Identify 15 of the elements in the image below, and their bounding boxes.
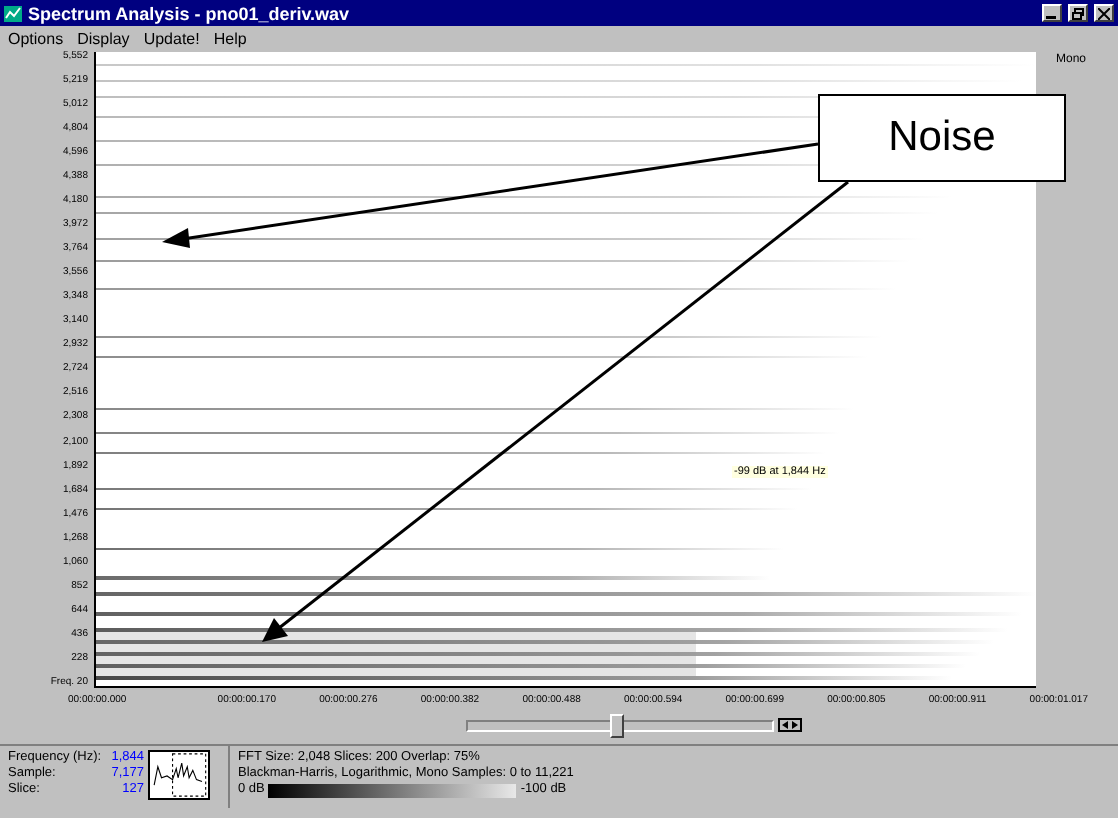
- close-button[interactable]: [1094, 4, 1114, 22]
- app-icon: [4, 5, 22, 21]
- menu-item[interactable]: Help: [213, 29, 247, 47]
- minimize-button[interactable]: [1042, 4, 1062, 22]
- scroll-arrows-icon[interactable]: [778, 718, 802, 732]
- menu-item[interactable]: Options: [8, 29, 64, 47]
- menu-item[interactable]: Display: [77, 29, 130, 47]
- slider-thumb[interactable]: [610, 713, 625, 737]
- waveform-thumbnail: [148, 750, 210, 800]
- close-icon: [1098, 7, 1110, 19]
- menu-item[interactable]: Update!: [143, 29, 200, 47]
- callout-label: Noise: [818, 94, 1066, 182]
- restore-icon: [1072, 7, 1084, 19]
- window-title: Spectrum Analysis - pno01_deriv.wav: [28, 3, 352, 23]
- restore-button[interactable]: [1068, 4, 1088, 22]
